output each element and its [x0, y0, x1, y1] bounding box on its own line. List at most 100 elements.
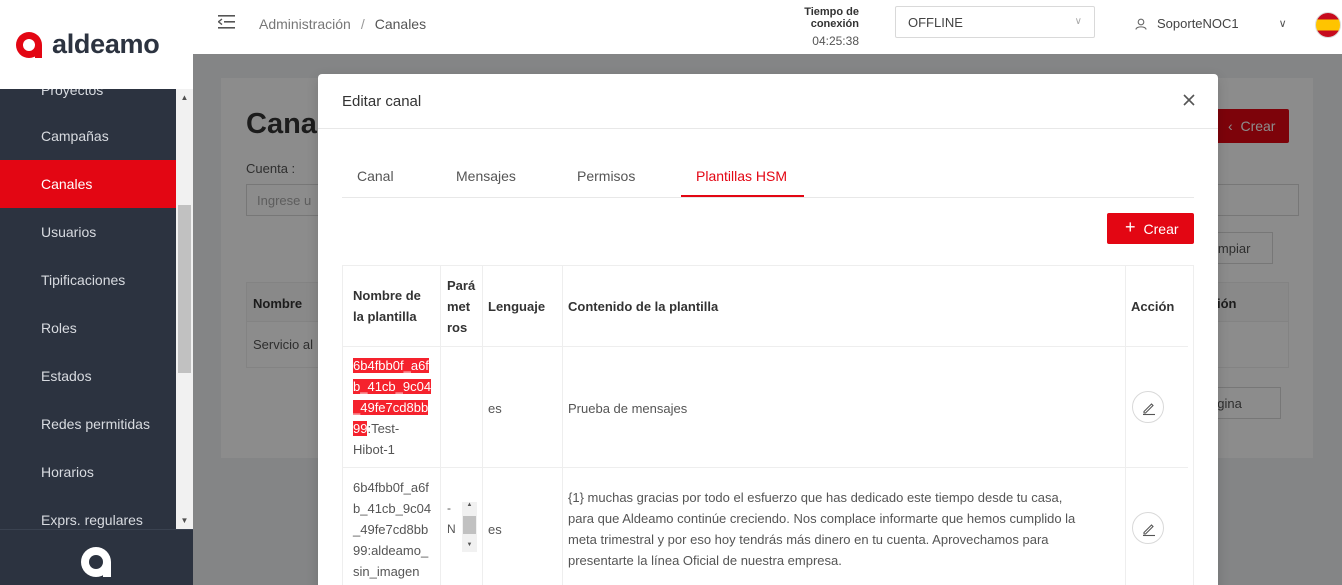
scroll-down-icon[interactable]: ▼	[462, 542, 477, 548]
header-content: Contenido de la plantilla	[568, 299, 719, 314]
spanish-flag-icon[interactable]	[1315, 12, 1341, 38]
content-line: meta trimestral y por eso hoy tendrás má…	[568, 532, 1049, 547]
tab-canal[interactable]: Canal	[357, 168, 394, 184]
row-divider	[343, 346, 1188, 347]
scroll-up-icon[interactable]: ▲	[462, 502, 477, 508]
name-text: sin_imagen	[353, 564, 420, 579]
row-divider	[343, 467, 1188, 468]
header-line: ros	[447, 320, 468, 335]
aldeamo-logo-icon	[16, 31, 42, 58]
connection-time: Tiempo de conexión 04:25:38	[753, 6, 859, 48]
header-line: met	[447, 299, 471, 314]
tab-plantillas-hsm[interactable]: Plantillas HSM	[696, 168, 787, 184]
row2-content: {1} muchas gracias por todo el esfuerzo …	[568, 487, 1123, 571]
sidebar-item-tipificaciones[interactable]: Tipificaciones	[0, 256, 176, 304]
scrollbar-thumb[interactable]	[463, 516, 476, 534]
plus-icon: +	[1125, 217, 1136, 237]
selected-text: b_41cb_9c04	[353, 379, 432, 394]
sidebar-item-label: Exprs. regulares	[41, 512, 143, 528]
sidebar-item-label: Canales	[41, 176, 93, 192]
scroll-up-icon[interactable]: ▲	[176, 89, 193, 106]
active-tab-indicator	[681, 195, 804, 197]
name-text: 6b4fbb0f_a6f	[353, 480, 429, 495]
connection-time-label: Tiempo de conexión	[804, 6, 859, 30]
connection-time-value: 04:25:38	[812, 34, 859, 48]
menu-fold-icon[interactable]	[218, 14, 236, 30]
edit-icon	[1143, 403, 1155, 416]
tab-permisos[interactable]: Permisos	[577, 168, 635, 184]
scrollbar-thumb[interactable]	[178, 205, 191, 373]
edit-template-button[interactable]	[1132, 512, 1164, 544]
top-bar: Administración / Canales Tiempo de conexió…	[193, 0, 1342, 54]
create-template-button[interactable]: + Crear	[1107, 213, 1194, 244]
row2-params: - N	[447, 498, 456, 540]
header-line: Nombre de	[353, 288, 421, 303]
selected-text: 6b4fbb0f_a6f	[353, 358, 429, 373]
sidebar-item-label: Proyectos	[41, 89, 104, 98]
user-icon	[1135, 18, 1147, 30]
chevron-down-icon: ∨	[1074, 16, 1082, 27]
params-text: N	[447, 522, 456, 536]
sidebar-item-canales[interactable]: Canales	[0, 160, 176, 208]
chevron-down-icon: ∨	[1278, 18, 1287, 30]
header-action: Acción	[1131, 299, 1175, 314]
sidebar-scrollbar[interactable]: ▲ ▼	[176, 89, 193, 529]
sidebar-item-label: Usuarios	[41, 224, 97, 240]
header-line: la plantilla	[353, 309, 417, 324]
row1-content: Prueba de mensajes	[568, 401, 688, 416]
breadcrumb-item-administracion[interactable]: Administración	[259, 16, 351, 32]
name-text: b_41cb_9c04	[353, 501, 432, 516]
header-params: Pará met ros	[447, 275, 475, 338]
selected-text: 99	[353, 421, 368, 436]
selected-text: _49fe7cd8bb	[353, 400, 429, 415]
tab-mensajes[interactable]: Mensajes	[456, 168, 516, 184]
sidebar: aldeamo Proyectos Campañas Canales Usuar…	[0, 0, 193, 585]
params-text: -	[447, 501, 451, 515]
sidebar-item-label: Redes permitidas	[41, 416, 150, 432]
name-text: _49fe7cd8bb	[353, 522, 429, 537]
edit-channel-modal: Editar canal Canal Mensajes Permisos Pla…	[318, 74, 1218, 585]
sidebar-item-label: Estados	[41, 368, 92, 384]
sidebar-item-redes-permitidas[interactable]: Redes permitidas	[0, 400, 176, 448]
sidebar-item-exprs-regulares[interactable]: Exprs. regulares	[0, 496, 176, 529]
user-name: SoporteNOC1	[1157, 16, 1239, 31]
sidebar-item-usuarios[interactable]: Usuarios	[0, 208, 176, 256]
header-language: Lenguaje	[488, 299, 546, 314]
content-line: presentarte la línea Oficial de nuestra …	[568, 553, 842, 568]
name-text: 99:aldeamo_	[353, 543, 429, 558]
name-text: Hibot-1	[353, 442, 395, 457]
aldeamo-footer-logo-icon	[80, 547, 111, 577]
breadcrumb-item-canales: Canales	[374, 16, 427, 32]
modal-tabs: Canal Mensajes Permisos Plantillas HSM	[342, 166, 1194, 198]
close-icon[interactable]	[1180, 91, 1198, 109]
sidebar-item-proyectos[interactable]: Proyectos	[0, 89, 176, 98]
content-line: {1} muchas gracias por todo el esfuerzo …	[568, 490, 1063, 505]
sidebar-nav: Proyectos Campañas Canales Usuarios Tipi…	[0, 89, 176, 529]
sidebar-item-label: Tipificaciones	[41, 272, 126, 288]
sidebar-item-campanas[interactable]: Campañas	[0, 112, 176, 160]
modal-title: Editar canal	[342, 93, 422, 110]
breadcrumb-separator: /	[360, 16, 365, 32]
scroll-down-icon[interactable]: ▼	[176, 512, 193, 529]
sidebar-item-roles[interactable]: Roles	[0, 304, 176, 352]
edit-template-button[interactable]	[1132, 391, 1164, 423]
brand-logo[interactable]: aldeamo	[0, 0, 193, 89]
row1-template-name: 6b4fbb0f_a6f b_41cb_9c04 _49fe7cd8bb 99:…	[353, 355, 441, 460]
row1-language: es	[488, 401, 502, 416]
brand-name: aldeamo	[52, 29, 160, 59]
header-template-name: Nombre de la plantilla	[353, 285, 421, 327]
sidebar-item-horarios[interactable]: Horarios	[0, 448, 176, 496]
templates-table: Nombre de la plantilla Pará met ros Leng…	[342, 265, 1194, 585]
status-select[interactable]: OFFLINE ∨	[895, 6, 1095, 38]
edit-icon	[1143, 524, 1155, 537]
row2-language: es	[488, 522, 502, 537]
params-scrollbar[interactable]: ▲ ▼	[462, 502, 477, 552]
user-menu[interactable]: SoporteNOC1 ∨	[1135, 16, 1287, 31]
create-template-label: Crear	[1143, 220, 1179, 237]
sidebar-item-estados[interactable]: Estados	[0, 352, 176, 400]
sidebar-item-label: Horarios	[41, 464, 94, 480]
content-line: para que Aldeamo continúe creciendo. Nos…	[568, 511, 1076, 526]
sidebar-footer	[0, 529, 193, 585]
status-value: OFFLINE	[908, 15, 963, 30]
sidebar-item-label: Campañas	[41, 128, 109, 144]
